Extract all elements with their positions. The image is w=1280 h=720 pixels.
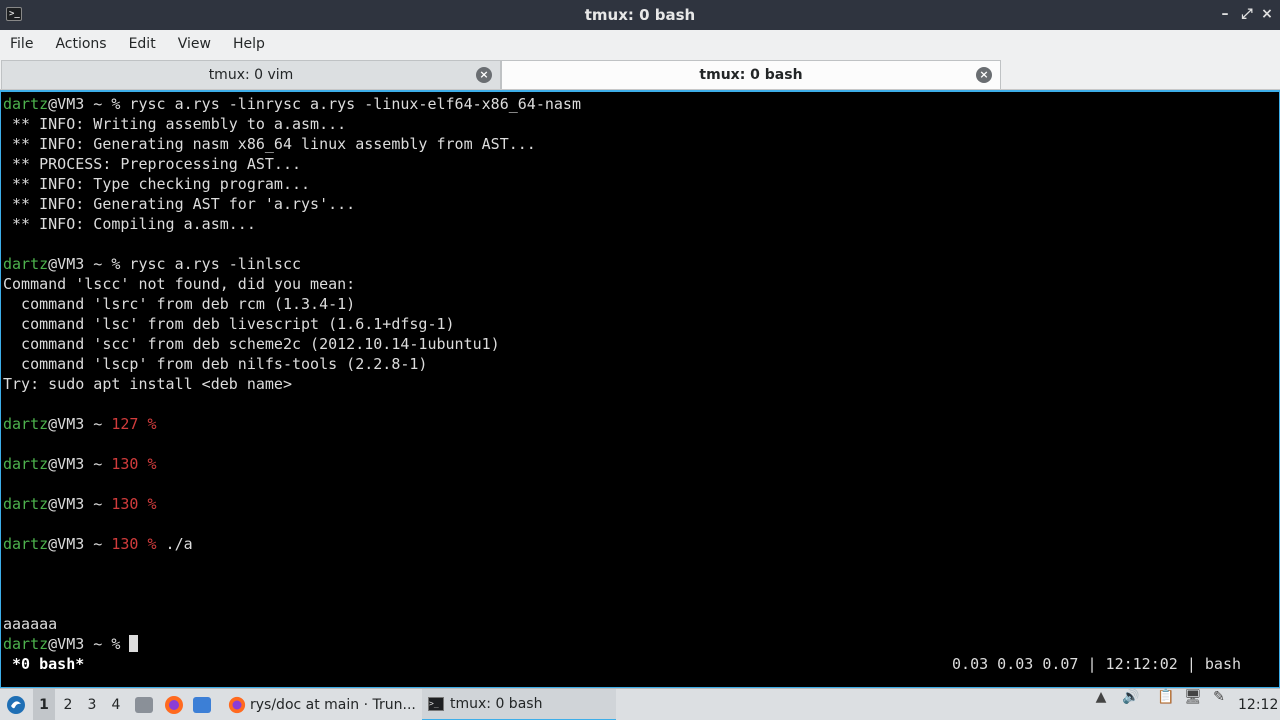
prompt-user: dartz <box>3 495 49 513</box>
terminal-line: ** INFO: Compiling a.asm... <box>3 215 256 233</box>
prompt-host: @VM3 ~ <box>48 455 112 473</box>
terminal-icon: >_ <box>428 697 444 711</box>
prompt-command: ./a <box>156 535 193 553</box>
close-icon[interactable]: × <box>1258 5 1276 23</box>
prompt-host: @VM3 ~ <box>48 535 112 553</box>
terminal-line: command 'lsrc' from deb rcm (1.3.4-1) <box>3 295 356 313</box>
menu-file[interactable]: File <box>10 36 33 52</box>
notes-icon[interactable]: ✎ <box>1210 689 1228 705</box>
prompt-exit-code: 127 % <box>111 415 157 433</box>
maximize-icon[interactable]: ⤢ <box>1238 5 1256 23</box>
workspace-3[interactable]: 3 <box>81 689 103 720</box>
task-firefox[interactable]: rys/doc at main · Trun... <box>222 689 418 720</box>
terminal-line: command 'lscp' from deb nilfs-tools (2.2… <box>3 355 428 373</box>
prompt-user: dartz <box>3 635 49 653</box>
terminal-line: command 'lsc' from deb livescript (1.6.1… <box>3 315 455 333</box>
menu-view[interactable]: View <box>178 36 211 52</box>
terminal-line: ** INFO: Type checking program... <box>3 175 311 193</box>
firefox-icon <box>228 696 246 714</box>
tab-bar: tmux: 0 vim × tmux: 0 bash × <box>0 58 1280 90</box>
workspace-4[interactable]: 4 <box>105 689 127 720</box>
prompt-host: @VM3 ~ <box>48 255 112 273</box>
prompt-host: @VM3 ~ <box>48 95 112 113</box>
prompt-user: dartz <box>3 415 49 433</box>
prompt-command: % <box>111 635 130 653</box>
tmux-window-list: *0 bash* <box>3 655 85 673</box>
task-label: rys/doc at main · Trun... <box>250 697 416 713</box>
menu-edit[interactable]: Edit <box>129 36 156 52</box>
terminal-app-icon[interactable]: >_ <box>6 7 22 21</box>
terminal-line: command 'scc' from deb scheme2c (2012.10… <box>3 335 500 353</box>
clipboard-icon[interactable]: 📋 <box>1157 689 1175 705</box>
clock[interactable]: 12:12 <box>1238 689 1278 720</box>
tray-expand-icon[interactable]: ▲ <box>1092 689 1110 705</box>
terminal-line: aaaaaa <box>3 615 58 633</box>
app-menu-icon[interactable] <box>4 689 28 720</box>
prompt-host: @VM3 ~ <box>48 635 112 653</box>
volume-icon[interactable]: 🔊 <box>1122 689 1140 705</box>
menu-actions[interactable]: Actions <box>55 36 106 52</box>
task-label: tmux: 0 bash <box>450 696 543 712</box>
taskbar: 1 2 3 4 rys/doc at main · Trun... >_ tmu… <box>0 688 1280 720</box>
prompt-user: dartz <box>3 535 49 553</box>
terminal-line: Command 'lscc' not found, did you mean: <box>3 275 356 293</box>
window-titlebar: >_ tmux: 0 bash – ⤢ × <box>0 0 1280 30</box>
prompt-user: dartz <box>3 255 49 273</box>
prompt-host: @VM3 ~ <box>48 495 112 513</box>
terminal-prompt-active: dartz@VM3 ~ % <box>3 634 1279 654</box>
prompt-command: % rysc a.rys -linrysc a.rys -linux-elf64… <box>111 95 581 113</box>
tab-vim[interactable]: tmux: 0 vim × <box>1 60 501 89</box>
tmux-status-right: 0.03 0.03 0.07 | 12:12:02 | bash <box>952 655 1241 673</box>
terminal-cursor <box>129 635 139 652</box>
workspace-1[interactable]: 1 <box>33 689 55 720</box>
minimize-icon[interactable]: – <box>1216 5 1234 23</box>
menubar: File Actions Edit View Help <box>0 30 1280 58</box>
terminal-line: Try: sudo apt install <deb name> <box>3 375 292 393</box>
terminal-line: ** PROCESS: Preprocessing AST... <box>3 155 302 173</box>
terminal-prompt-line: dartz@VM3 ~ 130 % <box>3 494 1279 514</box>
firefox-icon[interactable] <box>164 689 184 720</box>
terminal-prompt-line: dartz@VM3 ~ % rysc a.rys -linlscc <box>3 254 1279 274</box>
tmux-status-line: *0 bash* 0.03 0.03 0.07 | 12:12:02 | bas… <box>3 654 1279 674</box>
tab-bash[interactable]: tmux: 0 bash × <box>501 60 1001 89</box>
window-title: tmux: 0 bash <box>584 6 696 24</box>
terminal-prompt-line: dartz@VM3 ~ 127 % <box>3 414 1279 434</box>
tab-close-icon[interactable]: × <box>476 67 492 83</box>
tab-label: tmux: 0 vim <box>208 67 294 83</box>
menu-help[interactable]: Help <box>233 36 265 52</box>
folder-icon[interactable] <box>193 689 216 720</box>
tab-label: tmux: 0 bash <box>699 67 803 83</box>
prompt-exit-code: 130 % <box>111 495 157 513</box>
prompt-host: @VM3 ~ <box>48 415 112 433</box>
network-icon[interactable]: 🖥 <box>1184 689 1202 705</box>
terminal-output: dartz@VM3 ~ % rysc a.rys -linrysc a.rys … <box>3 94 1279 654</box>
tab-close-icon[interactable]: × <box>976 67 992 83</box>
terminal-line: ** INFO: Generating AST for 'a.rys'... <box>3 195 356 213</box>
prompt-command: % rysc a.rys -linlscc <box>111 255 302 273</box>
prompt-user: dartz <box>3 455 49 473</box>
prompt-exit-code: 130 % <box>111 455 157 473</box>
terminal-line: ** INFO: Generating nasm x86_64 linux as… <box>3 135 536 153</box>
task-terminal[interactable]: >_ tmux: 0 bash <box>422 689 616 720</box>
workspace-2[interactable]: 2 <box>57 689 79 720</box>
terminal-line: ** INFO: Writing assembly to a.asm... <box>3 115 347 133</box>
terminal-prompt-line: dartz@VM3 ~ 130 % ./a <box>3 534 1279 554</box>
terminal-prompt-line: dartz@VM3 ~ % rysc a.rys -linrysc a.rys … <box>3 94 1279 114</box>
prompt-user: dartz <box>3 95 49 113</box>
terminal-prompt-line: dartz@VM3 ~ 130 % <box>3 454 1279 474</box>
terminal-view[interactable]: dartz@VM3 ~ % rysc a.rys -linrysc a.rys … <box>0 90 1280 688</box>
file-manager-icon[interactable] <box>135 689 158 720</box>
prompt-exit-code: 130 % <box>111 535 157 553</box>
